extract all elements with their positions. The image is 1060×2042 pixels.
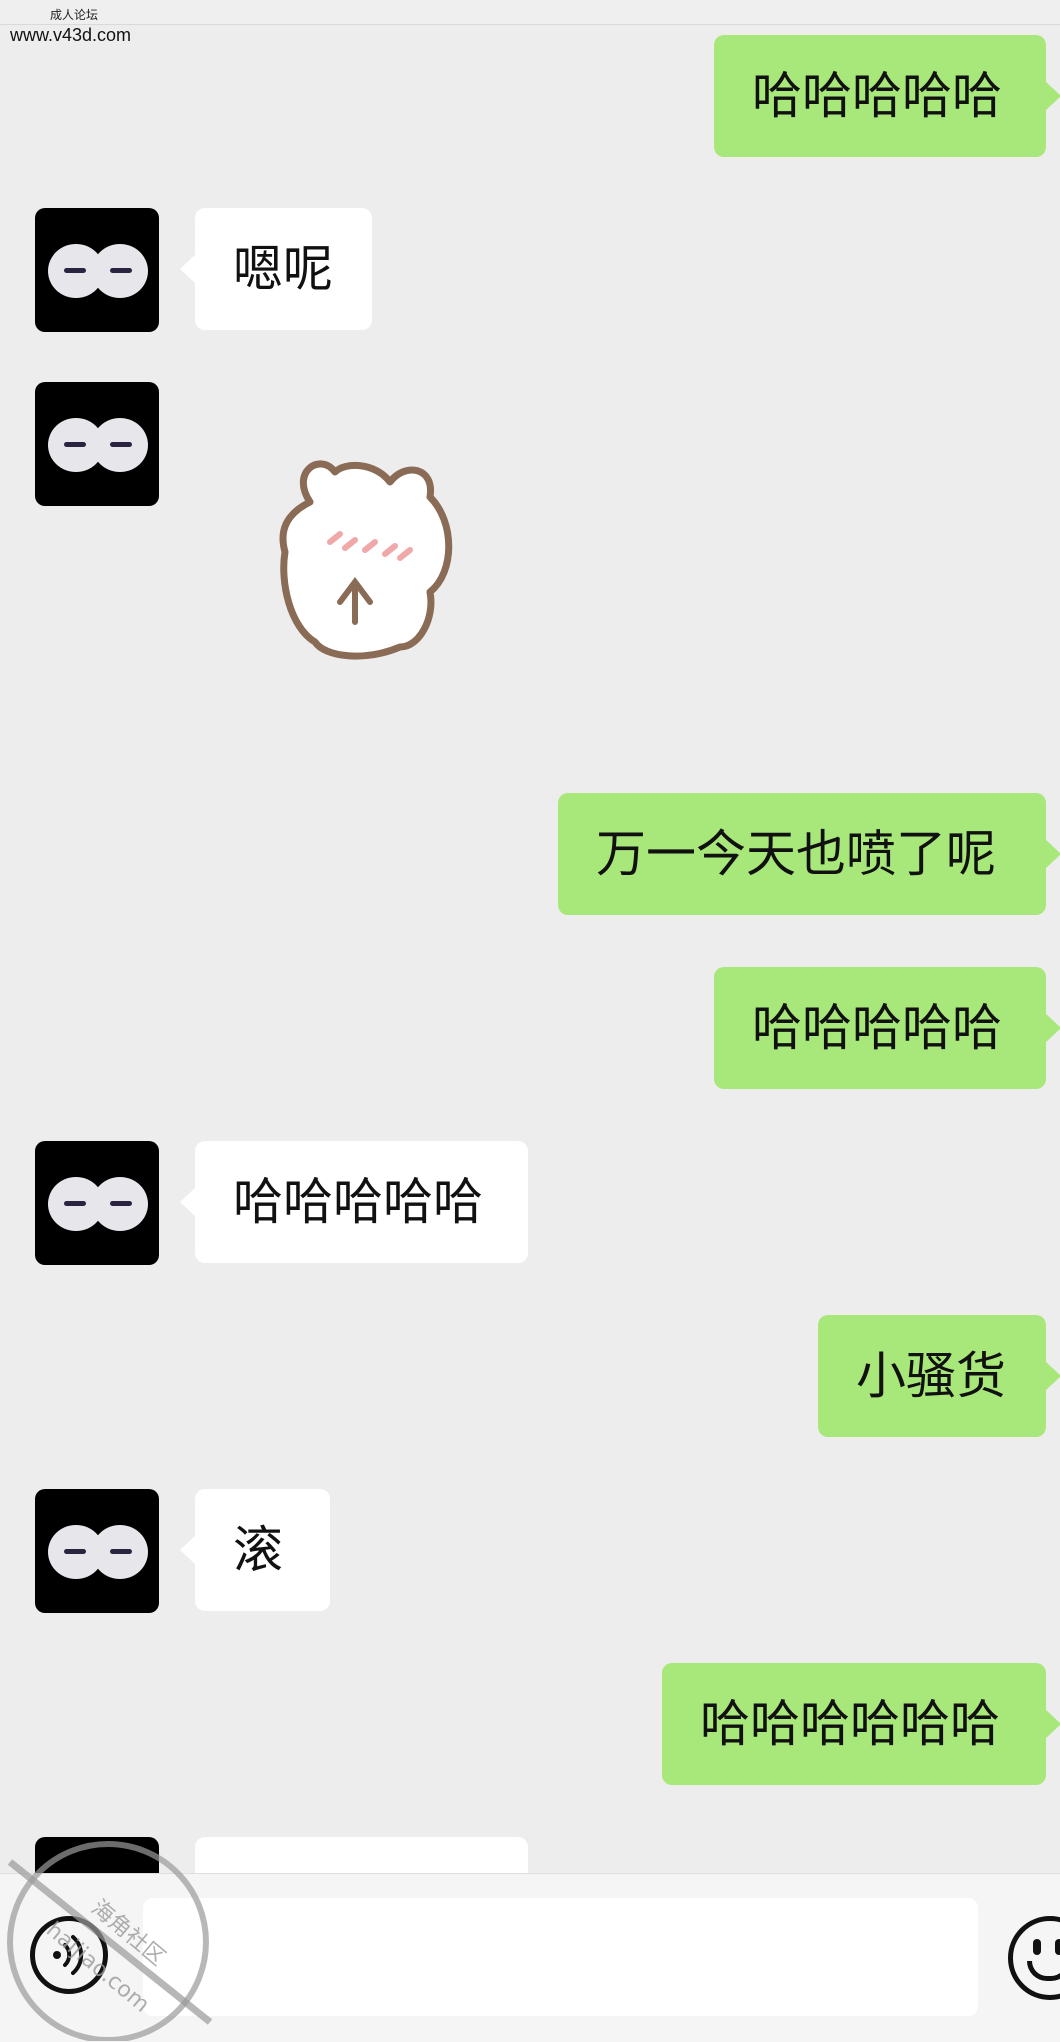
bear-blushing-sticker[interactable] (270, 442, 480, 682)
contact-avatar[interactable] (35, 1141, 159, 1265)
site-tag: 成人论坛 (50, 8, 99, 22)
message-bubble-sent[interactable]: 哈哈哈哈哈 (714, 35, 1060, 157)
message-bubble-received[interactable]: 嗯呢 (180, 208, 372, 330)
message-input[interactable] (143, 1898, 978, 2016)
status-strip (0, 0, 1060, 25)
message-bubble-received[interactable]: 滚 (180, 1489, 330, 1611)
message-bubble-sent[interactable]: 万一今天也喷了呢 (558, 793, 1060, 915)
contact-avatar[interactable] (35, 382, 159, 506)
chat-input-bar (0, 1873, 1060, 2042)
message-bubble-sent[interactable]: 哈哈哈哈哈 (714, 967, 1060, 1089)
message-bubble-sent[interactable]: 哈哈哈哈哈哈 (662, 1663, 1060, 1785)
contact-avatar[interactable] (35, 208, 159, 332)
voice-icon[interactable] (30, 1916, 108, 1994)
message-bubble-received[interactable]: 哈哈哈哈哈 (180, 1141, 528, 1263)
message-bubble-sent[interactable]: 小骚货 (818, 1315, 1060, 1437)
voice-wave-icon (53, 1935, 84, 1975)
contact-avatar[interactable] (35, 1489, 159, 1613)
site-url-watermark: www.v43d.com (10, 25, 132, 45)
emoji-icon[interactable] (1008, 1916, 1060, 2000)
